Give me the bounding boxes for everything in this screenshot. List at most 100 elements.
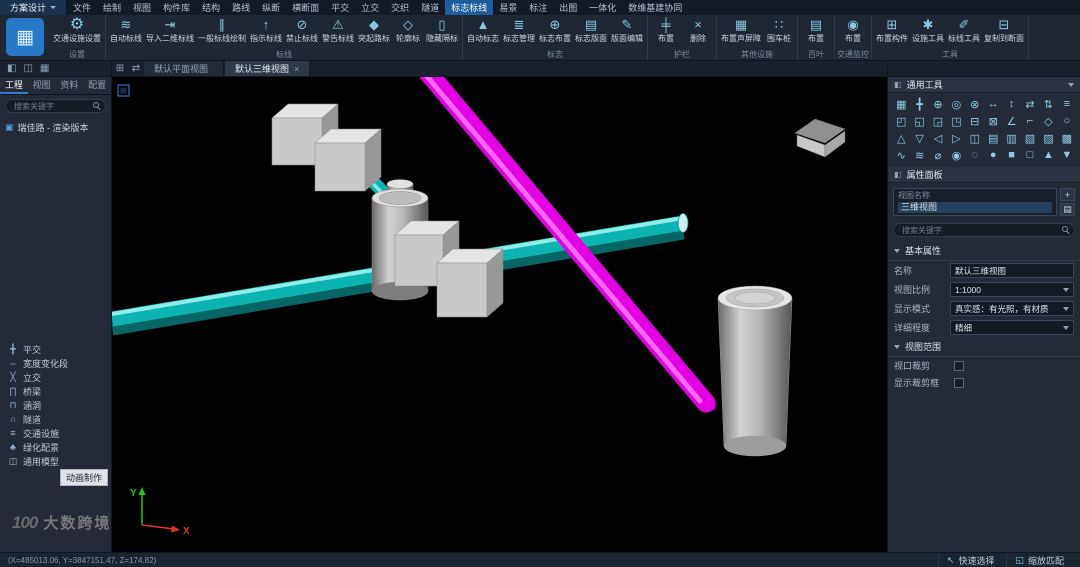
sidebar-tab-view[interactable]: 视图 bbox=[28, 77, 56, 94]
tool-icon[interactable]: ▩ bbox=[1059, 130, 1075, 146]
tool-icon[interactable]: ⊠ bbox=[985, 113, 1001, 129]
category-culvert[interactable]: ⊓ 涵洞 bbox=[0, 398, 111, 412]
auto-marking-button[interactable]: ≋ 自动标线 bbox=[108, 16, 144, 44]
tool-icon[interactable]: ≋ bbox=[911, 147, 927, 163]
tool-icon[interactable]: ◌ bbox=[967, 147, 983, 163]
tool-icon[interactable]: ↔ bbox=[985, 96, 1001, 112]
traffic-facility-settings-button[interactable]: ⚙ 交通设施设置 bbox=[51, 16, 103, 44]
menu-tab-annotation[interactable]: 标注 bbox=[523, 0, 553, 15]
tab-default-3d-view[interactable]: 默认三维视图 × bbox=[225, 61, 311, 76]
viewport-crop-checkbox[interactable] bbox=[954, 360, 964, 371]
tab-default-plan-view[interactable]: 默认平面视图 bbox=[144, 61, 225, 76]
category-greening[interactable]: ♣ 绿化配景 bbox=[0, 440, 111, 454]
property-control[interactable]: 精细 bbox=[950, 320, 1074, 335]
menu-tab-sign-marking[interactable]: 标志标线 bbox=[445, 0, 494, 15]
sign-manage-button[interactable]: ≣ 标志管理 bbox=[501, 16, 537, 44]
property-control[interactable]: 真实感：有光照，有材质 bbox=[950, 301, 1074, 316]
tool-icon[interactable]: ◁ bbox=[930, 130, 946, 146]
facility-tool-button[interactable]: ✱ 设施工具 bbox=[910, 16, 946, 44]
tool-icon[interactable]: ↕ bbox=[1003, 96, 1019, 112]
tool-icon[interactable]: ○ bbox=[1059, 113, 1075, 129]
swap-view-icon[interactable]: ⇄ bbox=[128, 61, 144, 76]
sidebar-tab-config[interactable]: 配置 bbox=[83, 77, 111, 94]
auto-sign-button[interactable]: ▲ 自动标志 bbox=[465, 16, 501, 44]
category-generic-model[interactable]: ◫ 通用模型 bbox=[0, 454, 111, 468]
guardrail-delete-button[interactable]: × 删除 bbox=[682, 16, 714, 44]
view-range-section[interactable]: 视图范围 bbox=[888, 337, 1080, 357]
prohibit-marking-button[interactable]: ⊘ 禁止标线 bbox=[284, 16, 320, 44]
view-name-value[interactable]: 三维视图 bbox=[898, 202, 1052, 213]
quick-select-button[interactable]: ↖ 快速选择 bbox=[937, 553, 1003, 567]
zoom-fit-button[interactable]: ◱ 缩放匹配 bbox=[1006, 553, 1072, 567]
add-view-button[interactable]: + bbox=[1060, 188, 1075, 201]
tool-icon[interactable]: ◱ bbox=[911, 113, 927, 129]
view-list-button[interactable]: ▤ bbox=[1060, 203, 1075, 216]
sidebar-tab-project[interactable]: 工程 bbox=[0, 77, 28, 94]
property-control[interactable]: 默认三维视图 bbox=[950, 263, 1074, 278]
hidden-divider-button[interactable]: ▯ 隐藏隔标 bbox=[424, 16, 460, 44]
tool-icon[interactable]: ◎ bbox=[948, 96, 964, 112]
marking-tool-button[interactable]: ✐ 标线工具 bbox=[946, 16, 982, 44]
bollard-place-button[interactable]: ∷ 围车桩 bbox=[763, 16, 795, 44]
tool-icon[interactable]: ▲ bbox=[1040, 147, 1056, 163]
menu-tab-cross-section[interactable]: 横断面 bbox=[286, 0, 325, 15]
category-width-change[interactable]: ⇔ 宽度变化段 bbox=[0, 356, 111, 370]
tool-icon[interactable]: ⇄ bbox=[1022, 96, 1038, 112]
category-tunnel[interactable]: ∩ 隧道 bbox=[0, 412, 111, 426]
sign-place-button[interactable]: ⊕ 标志布置 bbox=[537, 16, 573, 44]
tool-icon[interactable]: □ bbox=[1022, 147, 1038, 163]
tool-icon[interactable]: ● bbox=[985, 147, 1001, 163]
menu-tab-shuwei-collaboration[interactable]: 数维基建协同 bbox=[622, 0, 688, 15]
copy-to-section-button[interactable]: ⊟ 复制到断面 bbox=[982, 16, 1026, 44]
menu-tab-at-grade[interactable]: 平交 bbox=[325, 0, 355, 15]
close-icon[interactable]: × bbox=[294, 64, 299, 74]
tool-icon[interactable]: ■ bbox=[1003, 147, 1019, 163]
guardrail-place-button[interactable]: ╪ 布置 bbox=[650, 16, 682, 44]
guide-marking-button[interactable]: ↑ 指示标线 bbox=[248, 16, 284, 44]
component-place-button[interactable]: ⊞ 布置构件 bbox=[874, 16, 910, 44]
tool-icon[interactable]: ▨ bbox=[1040, 130, 1056, 146]
menu-tab-file[interactable]: 文件 bbox=[67, 0, 97, 15]
menu-tab-tunnel[interactable]: 隧道 bbox=[415, 0, 445, 15]
menu-tab-interchange[interactable]: 立交 bbox=[355, 0, 385, 15]
import-2d-marking-button[interactable]: ⇥ 导入二维标线 bbox=[144, 16, 196, 44]
tool-icon[interactable]: △ bbox=[893, 130, 909, 146]
sound-barrier-place-button[interactable]: ▦ 布置声屏障 bbox=[719, 16, 763, 44]
tool-icon[interactable]: ⌀ bbox=[930, 147, 946, 163]
raised-marker-button[interactable]: ◆ 突起路标 bbox=[356, 16, 392, 44]
scene-house-model[interactable] bbox=[794, 118, 846, 158]
tool-icon[interactable]: ⇅ bbox=[1040, 96, 1056, 112]
warning-marking-button[interactable]: ⚠ 警告标线 bbox=[320, 16, 356, 44]
panel-toggle-icon[interactable]: ◧ bbox=[7, 63, 16, 74]
menu-tab-profile[interactable]: 纵断 bbox=[256, 0, 286, 15]
panel-edit-button[interactable]: ✎ 版面编辑 bbox=[609, 16, 645, 44]
view-name-box[interactable]: 视图名称 三维视图 bbox=[893, 188, 1057, 216]
tool-icon[interactable]: ◉ bbox=[948, 147, 964, 163]
sidebar-search-input[interactable] bbox=[5, 99, 106, 113]
tool-icon[interactable]: ▥ bbox=[1003, 130, 1019, 146]
menu-tab-draw[interactable]: 绘制 bbox=[97, 0, 127, 15]
tool-icon[interactable]: ◰ bbox=[893, 113, 909, 129]
app-logo[interactable]: ▦ bbox=[6, 18, 44, 56]
delineator-button[interactable]: ◇ 轮廓标 bbox=[392, 16, 424, 44]
tool-icon[interactable]: ╋ bbox=[911, 96, 927, 112]
tool-icon[interactable]: ⊕ bbox=[930, 96, 946, 112]
tool-icon[interactable]: ◲ bbox=[930, 113, 946, 129]
tool-icon[interactable]: ▽ bbox=[911, 130, 927, 146]
tool-icon[interactable]: ⊗ bbox=[967, 96, 983, 112]
show-crop-box-checkbox[interactable] bbox=[954, 377, 964, 388]
tool-icon[interactable]: ◫ bbox=[967, 130, 983, 146]
generic-tools-header[interactable]: ◧ 通用工具 bbox=[888, 77, 1080, 93]
viewport-canvas[interactable]: Y X bbox=[112, 77, 887, 552]
menu-tab-component-library[interactable]: 构件库 bbox=[157, 0, 196, 15]
menu-tab-structure[interactable]: 结构 bbox=[196, 0, 226, 15]
tool-icon[interactable]: ▼ bbox=[1059, 147, 1075, 163]
tool-icon[interactable]: ▧ bbox=[1022, 130, 1038, 146]
tool-icon[interactable]: ▦ bbox=[893, 96, 909, 112]
viewport-corner-marker-icon[interactable] bbox=[117, 84, 130, 97]
monitor-place-button[interactable]: ◉ 布置 bbox=[837, 16, 869, 44]
tool-icon[interactable]: ▤ bbox=[985, 130, 1001, 146]
properties-panel-header[interactable]: ◧ 属性面板 bbox=[888, 167, 1080, 183]
layout-columns-icon[interactable]: ◫ bbox=[23, 63, 32, 74]
basic-properties-section[interactable]: 基本属性 bbox=[888, 241, 1080, 261]
